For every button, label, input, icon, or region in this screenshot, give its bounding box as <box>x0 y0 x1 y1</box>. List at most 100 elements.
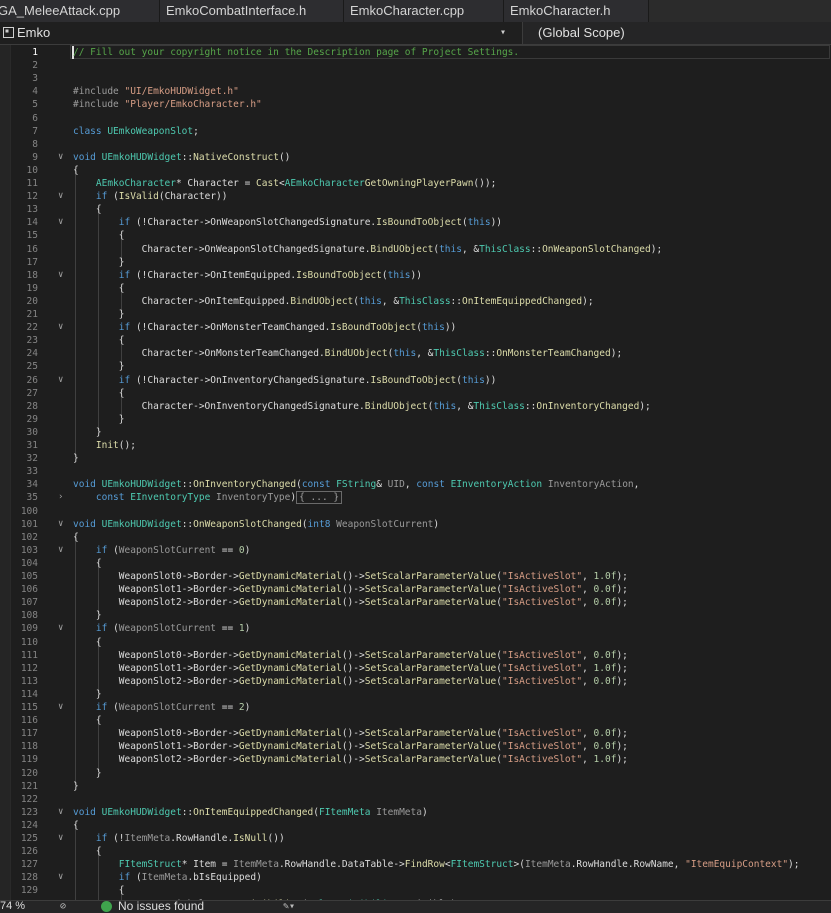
zoom-level[interactable]: 74 % <box>0 901 25 912</box>
chevron-down-icon[interactable]: ∨ <box>58 151 63 164</box>
chevron-down-icon[interactable]: ∨ <box>58 701 63 714</box>
tab-ga-meleeattack-cpp[interactable]: GA_MeleeAttack.cpp <box>0 0 160 22</box>
code-line[interactable]: 29 } <box>0 413 831 426</box>
chevron-down-icon[interactable]: ∨ <box>58 190 63 203</box>
code-line[interactable]: 1 // Fill out your copyright notice in th… <box>0 45 831 59</box>
code-line[interactable]: 3 <box>0 72 831 85</box>
code-line[interactable]: 118 WeaponSlot1->Border->GetDynamicMater… <box>0 740 831 753</box>
code-line[interactable]: 8 <box>0 138 831 151</box>
code-line[interactable]: 122 <box>0 793 831 806</box>
code-line[interactable]: 5 #include "Player/EmkoCharacter.h" <box>0 98 831 111</box>
code-line[interactable]: 128 ∨ if (ItemMeta.bIsEquipped) <box>0 871 831 884</box>
code-line[interactable]: 28 Character->OnInventoryChangedSignatur… <box>0 400 831 413</box>
code-line[interactable]: 18 ∨ if (!Character->OnItemEquipped.IsBou… <box>0 269 831 282</box>
code-line[interactable]: 120 } <box>0 767 831 780</box>
code-line[interactable]: 30 } <box>0 426 831 439</box>
line-number: 103 <box>20 544 38 556</box>
code-line[interactable]: 101 ∨ void UEmkoHUDWidget::OnWeaponSlotCha… <box>0 518 831 531</box>
chevron-down-icon[interactable]: ∨ <box>58 832 63 845</box>
code-line[interactable]: 20 Character->OnItemEquipped.BindUObject… <box>0 295 831 308</box>
code-line[interactable]: 12 ∨ if (IsValid(Character)) <box>0 190 831 203</box>
code-line[interactable]: 21 } <box>0 308 831 321</box>
code-line[interactable]: 6 <box>0 112 831 125</box>
code-line[interactable]: 15 { <box>0 229 831 242</box>
code-line[interactable]: 13 { <box>0 203 831 216</box>
code-line[interactable]: 123 ∨ void UEmkoHUDWidget::OnItemEquippedC… <box>0 806 831 819</box>
code-line[interactable]: 34 void UEmkoHUDWidget::OnInventoryChange… <box>0 478 831 491</box>
scope-dropdown[interactable]: (Global Scope) <box>538 22 625 44</box>
code-line[interactable]: 124 { <box>0 819 831 832</box>
code-line[interactable]: 17 } <box>0 256 831 269</box>
code-line[interactable]: 103 ∨ if (WeaponSlotCurrent == 0) <box>0 544 831 557</box>
code-line[interactable]: 117 WeaponSlot0->Border->GetDynamicMater… <box>0 727 831 740</box>
code-line[interactable]: 116 { <box>0 714 831 727</box>
tab-emkocharacter-cpp[interactable]: EmkoCharacter.cpp <box>344 0 504 22</box>
code-line[interactable]: 33 <box>0 465 831 478</box>
chevron-down-icon[interactable]: ∨ <box>58 374 63 387</box>
code-line[interactable]: 119 WeaponSlot2->Border->GetDynamicMater… <box>0 753 831 766</box>
chevron-down-icon[interactable]: ∨ <box>58 622 63 635</box>
code-line[interactable]: 126 { <box>0 845 831 858</box>
line-number: 109 <box>20 623 38 635</box>
code-line[interactable]: 105 WeaponSlot0->Border->GetDynamicMater… <box>0 570 831 583</box>
brush-icon[interactable]: ✎▾ <box>283 902 295 912</box>
git-icon[interactable]: ⊘ <box>60 902 66 912</box>
code-token: ); <box>616 584 628 596</box>
code-line[interactable]: 125 ∨ if (!ItemMeta.RowHandle.IsNull()) <box>0 832 831 845</box>
code-token: , <box>582 571 594 582</box>
code-line[interactable]: 14 ∨ if (!Character->OnWeaponSlotChangedS… <box>0 216 831 229</box>
chevron-down-icon[interactable]: ∨ <box>58 544 63 557</box>
code-line[interactable]: 22 ∨ if (!Character->OnMonsterTeamChanged… <box>0 321 831 334</box>
chevron-down-icon[interactable]: ∨ <box>58 321 63 334</box>
code-line[interactable]: 9 ∨ void UEmkoHUDWidget::NativeConstruct() <box>0 151 831 164</box>
code-line[interactable]: 111 WeaponSlot0->Border->GetDynamicMater… <box>0 649 831 662</box>
code-line[interactable]: 100 <box>0 505 831 518</box>
code-line[interactable]: 31 Init(); <box>0 439 831 452</box>
code-editor[interactable]: 1 // Fill out your copyright notice in th… <box>0 45 831 900</box>
code-line[interactable]: 26 ∨ if (!Character->OnInventoryChangedSi… <box>0 374 831 387</box>
code-line[interactable]: 121} <box>0 780 831 793</box>
code-line[interactable]: 104 { <box>0 557 831 570</box>
chevron-down-icon[interactable]: ∨ <box>58 518 63 531</box>
code-line[interactable]: 127 FItemStruct* Item = ItemMeta.RowHand… <box>0 858 831 871</box>
collapsed-region-button[interactable]: { ... } <box>296 491 343 505</box>
code-line[interactable]: 25 } <box>0 360 831 373</box>
code-line[interactable]: 35 › const EInventoryType InventoryType){… <box>0 491 831 505</box>
number-token: 0.0f <box>593 649 617 661</box>
code-line[interactable]: 113 WeaponSlot2->Border->GetDynamicMater… <box>0 675 831 688</box>
code-token: :: <box>181 479 194 491</box>
code-line[interactable]: 27 { <box>0 387 831 400</box>
code-line[interactable]: 19 { <box>0 282 831 295</box>
code-line[interactable]: 24 Character->OnMonsterTeamChanged.BindU… <box>0 347 831 360</box>
code-line[interactable]: 129 { <box>0 884 831 897</box>
number-token: 1.0f <box>593 571 617 582</box>
code-line[interactable]: 112 WeaponSlot1->Border->GetDynamicMater… <box>0 662 831 675</box>
code-text: WeaponSlot1->Border->GetDynamicMaterial(… <box>73 583 628 596</box>
chevron-down-icon[interactable]: ∨ <box>58 216 63 229</box>
code-line[interactable]: 16 Character->OnWeaponSlotChangedSignatu… <box>0 243 831 256</box>
code-line[interactable]: 114 } <box>0 688 831 701</box>
code-line[interactable]: 107 WeaponSlot2->Border->GetDynamicMater… <box>0 596 831 609</box>
code-line[interactable]: 11 AEmkoCharacter* Character = Cast<AEmk… <box>0 177 831 190</box>
code-line[interactable]: 102 { <box>0 531 831 544</box>
code-line[interactable]: 106 WeaponSlot1->Border->GetDynamicMater… <box>0 583 831 596</box>
code-line[interactable]: 109 ∨ if (WeaponSlotCurrent == 1) <box>0 622 831 635</box>
chevron-down-icon[interactable]: ∨ <box>58 806 63 819</box>
chevron-down-icon[interactable]: ∨ <box>58 871 63 884</box>
project-dropdown[interactable]: Emko ▾ <box>0 22 523 44</box>
code-line[interactable]: 7 class UEmkoWeaponSlot; <box>0 125 831 138</box>
type-token: FItemStruct <box>118 859 182 871</box>
code-line[interactable]: 115 ∨ if (WeaponSlotCurrent == 2) <box>0 701 831 714</box>
code-line[interactable]: 110 { <box>0 636 831 649</box>
code-line[interactable]: 4 #include "UI/EmkoHUDWidget.h" <box>0 85 831 98</box>
code-line[interactable]: 32} <box>0 452 831 465</box>
chevron-right-icon[interactable]: › <box>58 491 63 504</box>
code-line[interactable]: 10 { <box>0 164 831 177</box>
code-line[interactable]: 23 { <box>0 334 831 347</box>
code-line[interactable]: 2 <box>0 59 831 72</box>
chevron-down-icon[interactable]: ∨ <box>58 269 63 282</box>
tab-emkocharacter-h[interactable]: EmkoCharacter.h <box>504 0 649 22</box>
code-line[interactable]: 108 } <box>0 609 831 622</box>
issues-status[interactable]: No issues found <box>118 901 204 912</box>
tab-emkocombatinterface-h[interactable]: EmkoCombatInterface.h <box>160 0 344 22</box>
